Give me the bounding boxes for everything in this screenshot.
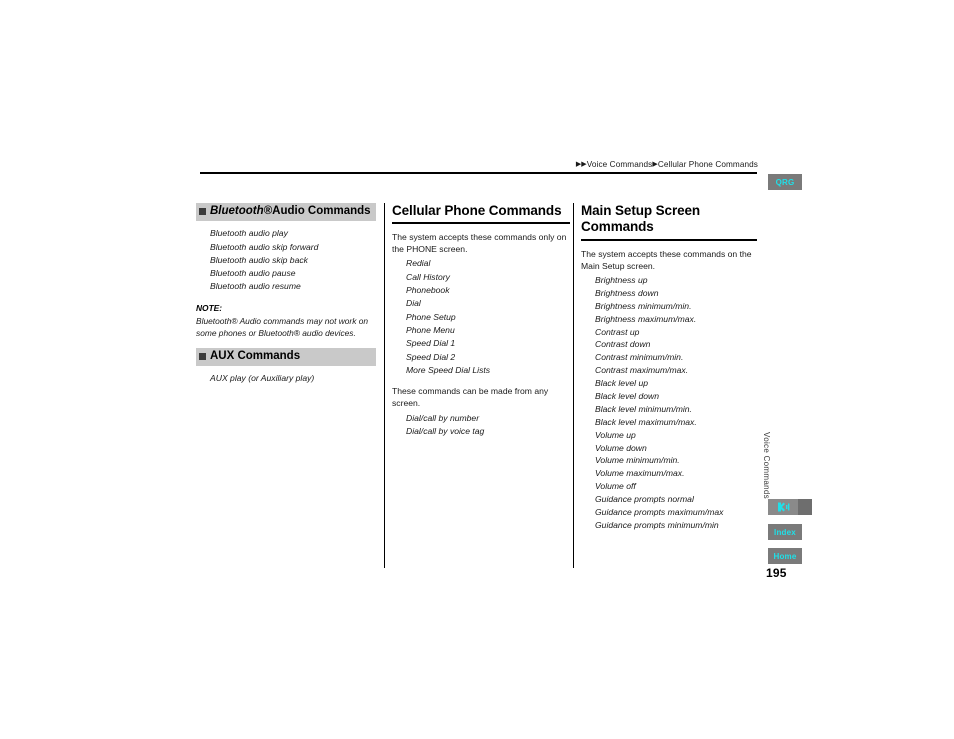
list-item: Black level maximum/max. xyxy=(595,416,697,427)
list-item: Call History xyxy=(406,271,450,282)
list-item: Bluetooth audio play xyxy=(210,228,288,239)
list-item: Phonebook xyxy=(406,285,450,296)
list-item: AUX play (or Auxiliary play) xyxy=(210,373,315,384)
list-item: Bluetooth audio pause xyxy=(210,268,296,279)
column-divider-1 xyxy=(384,203,386,568)
list-item: Phone Menu xyxy=(406,325,455,336)
list-item: Dial xyxy=(406,298,421,309)
intro-text-main-setup-screen: The system accepts these commands on the… xyxy=(581,248,752,271)
list-item: Guidance prompts normal xyxy=(595,494,694,505)
header-rule xyxy=(200,172,757,174)
page-number: 195 xyxy=(766,566,787,580)
list-item: Redial xyxy=(406,258,431,269)
phone-command-list: Redial Call History Phonebook Dial Phone… xyxy=(392,257,570,377)
list-item: Contrast maximum/max. xyxy=(595,365,689,376)
side-tab-rail: QRG Voice Commands Index Home 195 xyxy=(758,160,818,580)
list-item: Volume up xyxy=(595,429,636,440)
tab-home[interactable]: Home xyxy=(768,548,802,564)
page-title-main-setup-screen-commands: Main Setup Screen Commands xyxy=(581,203,701,235)
column-divider-2 xyxy=(573,203,575,568)
intro-text-phone-screen: The system accepts these commands only o… xyxy=(392,232,567,255)
list-item: Bluetooth audio skip back xyxy=(210,254,308,265)
bullet-square-icon xyxy=(199,353,206,361)
right-column: Main Setup Screen Commands The system ac… xyxy=(581,203,757,540)
note-label: NOTE: xyxy=(196,302,223,313)
list-item: Black level down xyxy=(595,390,660,401)
left-column: Bluetooth® Audio Commands Bluetooth audi… xyxy=(196,203,376,393)
tab-index[interactable]: Index xyxy=(768,524,802,540)
list-item: Brightness up xyxy=(595,274,648,285)
list-item: Contrast up xyxy=(595,326,640,337)
heading-bluetooth-rest: Audio Commands xyxy=(272,205,371,217)
list-item: Brightness down xyxy=(595,287,659,298)
heading-aux-commands: AUX Commands xyxy=(196,347,376,367)
list-item: Brightness maximum/max. xyxy=(595,313,697,324)
intro-text-any-screen: These commands can be made from any scre… xyxy=(392,386,549,409)
list-item: Bluetooth audio skip forward xyxy=(210,241,319,252)
heading-bluetooth-audio-commands: Bluetooth® Audio Commands xyxy=(196,203,376,222)
list-item: More Speed Dial Lists xyxy=(406,364,491,375)
list-item: Guidance prompts minimum/min xyxy=(595,519,719,530)
list-item: Bluetooth audio resume xyxy=(210,281,301,292)
heading-rule xyxy=(392,222,570,225)
any-screen-command-list: Dial/call by number Dial/call by voice t… xyxy=(392,412,570,439)
heading-rule xyxy=(581,238,757,241)
list-item: Phone Setup xyxy=(406,311,456,322)
main-setup-command-list: Brightness up Brightness down Brightness… xyxy=(581,274,757,532)
list-item: Dial/call by voice tag xyxy=(406,426,485,436)
tab-voice-commands-icon[interactable] xyxy=(768,499,812,515)
list-item: Guidance prompts maximum/max xyxy=(595,506,724,517)
list-item: Dial/call by number xyxy=(406,412,480,423)
list-item: Speed Dial 1 xyxy=(406,338,456,349)
heading-bluetooth-italic: Bluetooth® xyxy=(210,205,273,217)
heading-aux-label: AUX Commands xyxy=(210,349,301,362)
section-side-label: Voice Commands xyxy=(762,432,771,499)
voice-commands-icon xyxy=(768,499,798,515)
aux-command-list: AUX play (or Auxiliary play) xyxy=(196,372,376,385)
list-item: Black level up xyxy=(595,378,649,389)
tab-qrg[interactable]: QRG xyxy=(768,174,802,190)
list-item: Black level minimum/min. xyxy=(595,403,692,414)
list-item: Speed Dial 2 xyxy=(406,351,456,362)
page-title-cellular-phone-commands: Cellular Phone Commands xyxy=(392,203,562,218)
note-text: Bluetooth® Audio commands may not work o… xyxy=(196,315,369,338)
list-item: Volume off xyxy=(595,481,636,492)
note-block: NOTE: Bluetooth® Audio commands may not … xyxy=(196,303,376,339)
middle-column: Cellular Phone Commands The system accep… xyxy=(392,203,570,446)
bullet-square-icon xyxy=(199,208,206,216)
list-item: Volume minimum/min. xyxy=(595,455,680,466)
list-item: Volume down xyxy=(595,442,647,453)
breadcrumb-level-2[interactable]: Cellular Phone Commands xyxy=(658,160,758,169)
breadcrumb-level-1[interactable]: Voice Commands xyxy=(587,160,653,169)
list-item: Contrast minimum/min. xyxy=(595,352,684,363)
list-item: Contrast down xyxy=(595,339,651,350)
bluetooth-audio-command-list: Bluetooth audio play Bluetooth audio ski… xyxy=(196,227,376,294)
breadcrumb: ▶▶Voice Commands▶Cellular Phone Commands xyxy=(576,160,758,169)
list-item: Brightness minimum/min. xyxy=(595,300,692,311)
list-item: Volume maximum/max. xyxy=(595,468,685,479)
